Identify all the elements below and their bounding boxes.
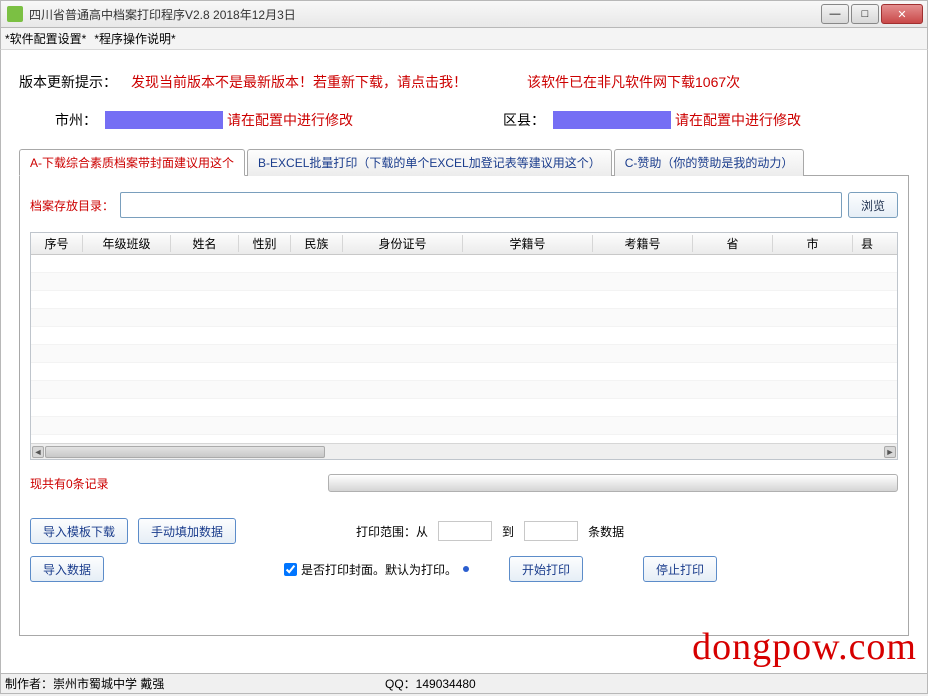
col-exam[interactable]: 考籍号	[593, 235, 693, 252]
col-nation[interactable]: 民族	[291, 235, 343, 252]
statusbar: 制作者：崇州市蜀城中学 戴强 QQ：149034480	[0, 674, 928, 694]
status-author: 制作者：崇州市蜀城中学 戴强	[5, 675, 385, 692]
col-student[interactable]: 学籍号	[463, 235, 593, 252]
table-row	[31, 255, 897, 273]
dot-icon	[463, 566, 469, 572]
scroll-thumb[interactable]	[45, 446, 325, 458]
print-cover-input[interactable]	[284, 563, 297, 576]
maximize-button[interactable]: □	[851, 4, 879, 24]
actions-row-1: 导入模板下载 手动填加数据 打印范围：从 到 条数据	[30, 518, 898, 544]
print-cover-checkbox[interactable]: 是否打印封面。默认为打印。	[284, 561, 469, 578]
table-row	[31, 273, 897, 291]
print-range: 打印范围：从 到 条数据	[356, 521, 624, 541]
print-range-suffix: 条数据	[588, 523, 624, 540]
actions-row-2: 导入数据 是否打印封面。默认为打印。 开始打印 停止打印	[30, 556, 898, 582]
col-idcard[interactable]: 身份证号	[343, 235, 463, 252]
scroll-right-icon[interactable]: ►	[884, 446, 896, 458]
record-row: 现共有0条记录	[30, 474, 898, 492]
dir-input[interactable]	[120, 192, 842, 218]
titlebar: 四川省普通高中档案打印程序V2.8 2018年12月3日 — □ ✕	[0, 0, 928, 28]
import-data-button[interactable]: 导入数据	[30, 556, 104, 582]
tab-strip: A-下载综合素质档案带封面建议用这个 B-EXCEL批量打印（下载的单个EXCE…	[19, 148, 909, 176]
stop-print-button[interactable]: 停止打印	[643, 556, 717, 582]
progress-bar	[328, 474, 898, 492]
tab-pane-a: 档案存放目录： 浏览 序号 年级班级 姓名 性别 民族 身份证号 学籍号 考籍号…	[19, 176, 909, 636]
close-button[interactable]: ✕	[881, 4, 923, 24]
print-cover-label: 是否打印封面。默认为打印。	[301, 561, 457, 578]
app-icon	[7, 6, 23, 22]
table-row	[31, 381, 897, 399]
col-gender[interactable]: 性别	[239, 235, 291, 252]
col-name[interactable]: 姓名	[171, 235, 239, 252]
download-count: 该软件已在非凡软件网下载1067次	[527, 72, 740, 92]
col-county[interactable]: 县	[853, 235, 881, 252]
col-province[interactable]: 省	[693, 235, 773, 252]
record-count: 现共有0条记录	[30, 475, 310, 492]
version-row: 版本更新提示： 发现当前版本不是最新版本！若重新下载，请点击我！ 该软件已在非凡…	[19, 72, 909, 92]
window-controls: — □ ✕	[821, 4, 923, 24]
table-header: 序号 年级班级 姓名 性别 民族 身份证号 学籍号 考籍号 省 市 县	[31, 233, 897, 255]
table-row	[31, 399, 897, 417]
menubar: *软件配置设置* *程序操作说明*	[0, 28, 928, 50]
city-label: 市州：	[55, 110, 97, 130]
data-table: 序号 年级班级 姓名 性别 民族 身份证号 学籍号 考籍号 省 市 县	[30, 232, 898, 460]
window-title: 四川省普通高中档案打印程序V2.8 2018年12月3日	[29, 6, 296, 23]
dir-row: 档案存放目录： 浏览	[30, 192, 898, 218]
table-row	[31, 345, 897, 363]
print-buttons: 开始打印 停止打印	[509, 556, 717, 582]
client-area: 版本更新提示： 发现当前版本不是最新版本！若重新下载，请点击我！ 该软件已在非凡…	[0, 50, 928, 674]
print-from-input[interactable]	[438, 521, 492, 541]
county-label: 区县：	[503, 110, 545, 130]
scroll-left-icon[interactable]: ◄	[32, 446, 44, 458]
tab-b-excel[interactable]: B-EXCEL批量打印（下载的单个EXCEL加登记表等建议用这个）	[247, 149, 612, 176]
fill-manual-button[interactable]: 手动填加数据	[138, 518, 236, 544]
table-row	[31, 363, 897, 381]
tab-c-sponsor[interactable]: C-赞助（你的赞助是我的动力）	[614, 149, 805, 176]
start-print-button[interactable]: 开始打印	[509, 556, 583, 582]
table-body[interactable]	[31, 255, 897, 443]
version-warning-link[interactable]: 发现当前版本不是最新版本！若重新下载，请点击我！	[131, 72, 467, 92]
browse-button[interactable]: 浏览	[848, 192, 898, 218]
county-value-swatch	[553, 111, 671, 129]
table-row	[31, 291, 897, 309]
version-label: 版本更新提示：	[19, 72, 117, 92]
table-row	[31, 417, 897, 435]
tab-a-download[interactable]: A-下载综合素质档案带封面建议用这个	[19, 149, 245, 176]
col-index[interactable]: 序号	[31, 235, 83, 252]
col-class[interactable]: 年级班级	[83, 235, 171, 252]
print-range-to: 到	[502, 523, 514, 540]
status-qq: QQ：149034480	[385, 675, 476, 692]
import-template-button[interactable]: 导入模板下载	[30, 518, 128, 544]
dir-label: 档案存放目录：	[30, 197, 114, 214]
menu-config[interactable]: *软件配置设置*	[5, 30, 86, 47]
table-row	[31, 327, 897, 345]
county-hint: 请在配置中进行修改	[675, 110, 801, 130]
col-city[interactable]: 市	[773, 235, 853, 252]
minimize-button[interactable]: —	[821, 4, 849, 24]
horizontal-scrollbar[interactable]: ◄ ►	[31, 443, 897, 460]
table-row	[31, 309, 897, 327]
region-row: 市州： 请在配置中进行修改 区县： 请在配置中进行修改	[19, 110, 909, 130]
print-to-input[interactable]	[524, 521, 578, 541]
menu-help[interactable]: *程序操作说明*	[94, 30, 175, 47]
city-value-swatch	[105, 111, 223, 129]
print-range-prefix: 打印范围：从	[356, 523, 428, 540]
city-hint: 请在配置中进行修改	[227, 110, 353, 130]
